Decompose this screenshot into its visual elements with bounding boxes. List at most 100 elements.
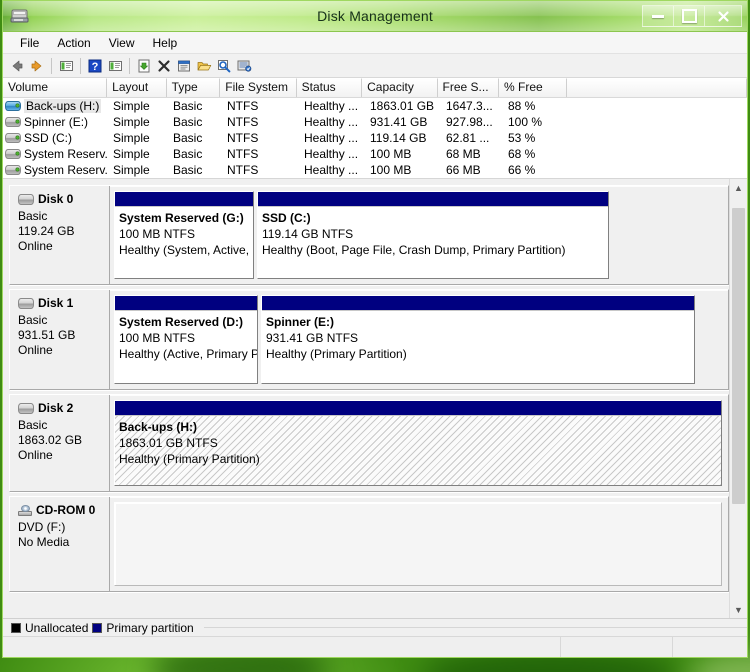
- disk-info-panel[interactable]: Disk 1 Basic 931.51 GB Online: [10, 290, 110, 389]
- volume-cell-layout: Simple: [113, 147, 150, 161]
- disk-row[interactable]: Disk 1 Basic 931.51 GB Online System Reserve…: [9, 289, 729, 390]
- volume-row[interactable]: System Reserv... Simple Basic NTFS Healthy .…: [3, 146, 747, 162]
- volume-cell-file-system: NTFS: [227, 115, 259, 129]
- partition-label: Back-ups (H:): [119, 420, 198, 434]
- volume-cell-type: Basic: [173, 147, 203, 161]
- menu-item-view[interactable]: View: [100, 34, 144, 52]
- volume-cell-name: Back-ups (H:): [3, 99, 108, 113]
- column-header-capacity[interactable]: Capacity: [362, 78, 438, 97]
- partition-block[interactable]: Back-ups (H:) 1863.01 GB NTFS Healthy (Pri…: [114, 400, 722, 486]
- forward-arrow-icon[interactable]: [27, 56, 47, 76]
- disk-info-panel[interactable]: CD-ROM 0 DVD (F:) No Media: [10, 497, 110, 591]
- column-header-volume[interactable]: Volume: [3, 78, 108, 97]
- volume-cell-capacity: 931.41 GB: [370, 115, 428, 129]
- vertical-scrollbar[interactable]: ▲ ▼: [729, 179, 747, 618]
- volume-cell-percent-free: 100 %: [508, 115, 543, 129]
- delete-icon[interactable]: [154, 56, 174, 76]
- volume-name-label: Back-ups (H:): [24, 99, 102, 113]
- up-one-level-icon[interactable]: [56, 56, 76, 76]
- disk-info-panel[interactable]: Disk 0 Basic 119.24 GB Online: [10, 186, 110, 284]
- partition-block[interactable]: Spinner (E:) 931.41 GB NTFS Healthy (Prima…: [261, 295, 695, 384]
- drive-icon: [5, 165, 21, 175]
- volume-row[interactable]: SSD (C:) Simple Basic NTFS Healthy ... 119.14…: [3, 130, 747, 146]
- drive-icon: [5, 149, 21, 159]
- partition-block[interactable]: System Reserved (D:) 100 MB NTFS Healthy (…: [114, 295, 258, 384]
- close-button[interactable]: [704, 5, 742, 27]
- column-header-type[interactable]: Type: [166, 78, 221, 97]
- partition-color-bar: [115, 296, 257, 311]
- toolbar-separator: [129, 57, 130, 74]
- menu-item-action[interactable]: Action: [48, 34, 99, 52]
- volume-row[interactable]: Spinner (E:) Simple Basic NTFS Healthy ... 93…: [3, 114, 747, 130]
- volume-cell-status: Healthy ...: [304, 115, 359, 129]
- toolbar-separator: [51, 57, 52, 74]
- title-bar: Disk Management: [3, 1, 747, 32]
- window-controls: [642, 5, 742, 27]
- column-header-file-system[interactable]: File System: [220, 78, 297, 97]
- partition-details: System Reserved (G:) 100 MB NTFS Healthy (…: [115, 207, 253, 278]
- column-header-layout[interactable]: Layout: [107, 78, 167, 97]
- volume-row[interactable]: System Reserv... Simple Basic NTFS Healthy .…: [3, 162, 747, 178]
- disk-name-label: Disk 2: [38, 401, 74, 415]
- search-icon[interactable]: [214, 56, 234, 76]
- partition-details: Spinner (E:) 931.41 GB NTFS Healthy (Prima…: [262, 311, 694, 383]
- disk-name-label: Disk 0: [38, 192, 74, 206]
- refresh-icon[interactable]: [134, 56, 154, 76]
- minimize-button[interactable]: [642, 5, 673, 27]
- scroll-down-arrow-icon[interactable]: ▼: [730, 601, 747, 618]
- volume-cell-layout: Simple: [113, 131, 150, 145]
- menu-item-file[interactable]: File: [11, 34, 48, 52]
- status-pane-tertiary: [672, 637, 747, 657]
- legend: Unallocated Primary partition: [3, 618, 747, 636]
- disk-kind-label: Basic: [18, 418, 48, 432]
- partition-color-bar: [115, 401, 721, 416]
- scroll-up-arrow-icon[interactable]: ▲: [730, 179, 747, 196]
- partition-empty[interactable]: [114, 502, 722, 586]
- volume-cell-free-space: 66 MB: [446, 163, 481, 177]
- partition-label: System Reserved (G:): [119, 211, 244, 225]
- column-header-blank[interactable]: [566, 78, 747, 97]
- disk-title: CD-ROM 0: [18, 503, 109, 517]
- help-icon[interactable]: ?: [85, 56, 105, 76]
- column-header-status[interactable]: Status: [296, 78, 363, 97]
- back-arrow-icon[interactable]: [7, 56, 27, 76]
- legend-item-primary-partition: Primary partition: [92, 620, 194, 635]
- partition-block[interactable]: System Reserved (G:) 100 MB NTFS Healthy (…: [114, 191, 254, 279]
- toolbar-separator: [80, 57, 81, 74]
- partition-block[interactable]: SSD (C:) 119.14 GB NTFS Healthy (Boot, Pag…: [257, 191, 609, 279]
- partition-strip: System Reserved (D:) 100 MB NTFS Healthy (…: [110, 290, 728, 389]
- scrollbar-thumb[interactable]: [732, 208, 745, 504]
- partition-strip: System Reserved (G:) 100 MB NTFS Healthy (…: [110, 186, 728, 284]
- open-folder-icon[interactable]: [194, 56, 214, 76]
- volume-cell-file-system: NTFS: [227, 163, 259, 177]
- disk-row[interactable]: Disk 0 Basic 119.24 GB Online System Reserve…: [9, 185, 729, 285]
- volume-cell-capacity: 119.14 GB: [370, 131, 427, 145]
- column-header-free[interactable]: % Free: [499, 78, 567, 97]
- disk-management-icon: [9, 6, 31, 26]
- scrollbar-track[interactable]: [730, 196, 747, 601]
- maximize-button[interactable]: [673, 5, 704, 27]
- volume-cell-name: System Reserv...: [3, 147, 108, 161]
- window-title: Disk Management: [317, 8, 433, 24]
- properties-icon[interactable]: [174, 56, 194, 76]
- show-hide-console-tree-icon[interactable]: [105, 56, 125, 76]
- volume-name-label: System Reserv...: [24, 163, 108, 177]
- disk-row[interactable]: Disk 2 Basic 1863.02 GB Online Back-ups (H:)…: [9, 394, 729, 492]
- legend-label-primary-partition: Primary partition: [106, 620, 194, 635]
- menu-item-help[interactable]: Help: [144, 34, 187, 52]
- volume-cell-percent-free: 88 %: [508, 99, 536, 113]
- partition-status: Healthy (Primary Partition): [266, 347, 407, 361]
- volume-cell-capacity: 100 MB: [370, 147, 412, 161]
- rescan-disks-icon[interactable]: [234, 56, 254, 76]
- partition-details: SSD (C:) 119.14 GB NTFS Healthy (Boot, Pag…: [258, 207, 608, 278]
- column-header-free-s[interactable]: Free S...: [437, 78, 500, 97]
- partition-label: Spinner (E:): [266, 315, 334, 329]
- volume-cell-status: Healthy ...: [304, 99, 359, 113]
- disk-row[interactable]: CD-ROM 0 DVD (F:) No Media: [9, 496, 729, 592]
- volume-row[interactable]: Back-ups (H:) Simple Basic NTFS Healthy ... 1…: [3, 98, 747, 114]
- status-bar: [3, 636, 747, 657]
- disk-name-label: CD-ROM 0: [36, 503, 96, 517]
- volume-cell-type: Basic: [173, 163, 203, 177]
- disk-kind-label: DVD (F:): [18, 520, 66, 534]
- disk-info-panel[interactable]: Disk 2 Basic 1863.02 GB Online: [10, 395, 110, 491]
